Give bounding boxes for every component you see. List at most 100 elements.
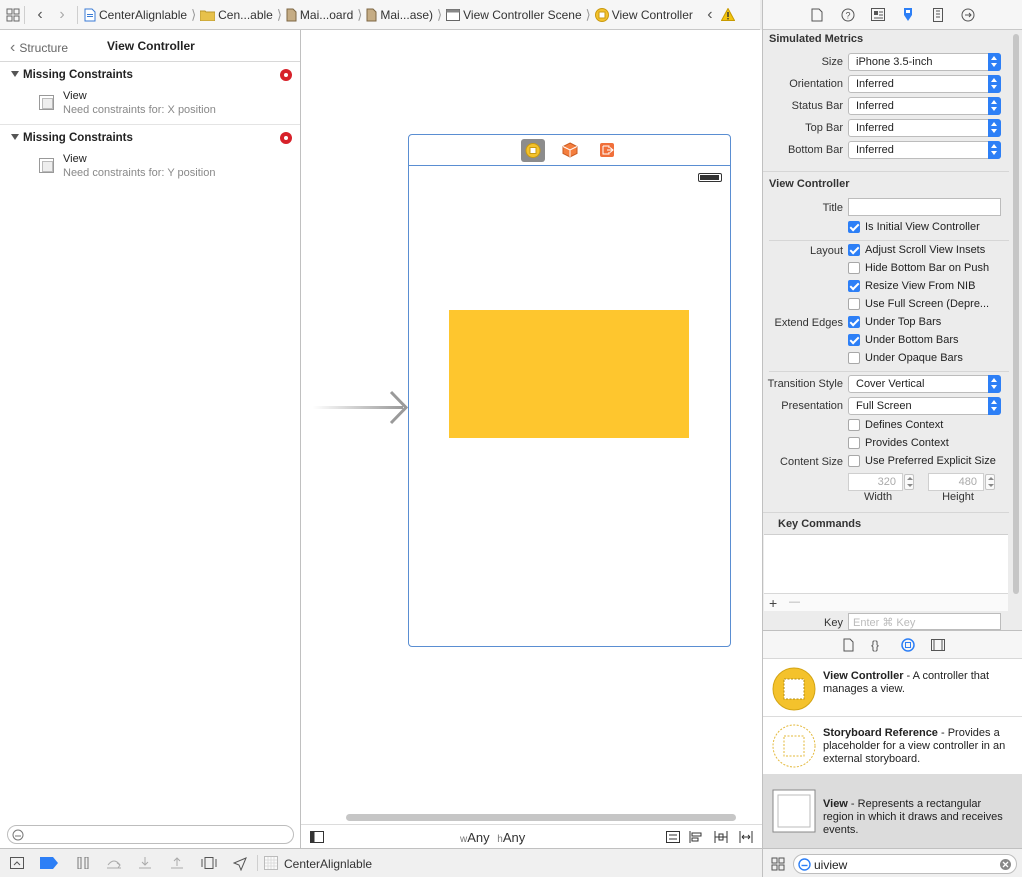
step-out-icon[interactable] bbox=[170, 857, 184, 869]
library-item-view-controller[interactable]: View Controller - A controller that mana… bbox=[763, 660, 1022, 717]
storyboard-canvas[interactable]: wAny hAny bbox=[301, 30, 762, 848]
error-icon[interactable] bbox=[280, 69, 292, 81]
adjust-scroll-insets-checkbox[interactable]: Adjust Scroll View Insets bbox=[848, 244, 985, 256]
issue-group-header[interactable]: Missing Constraints bbox=[0, 125, 300, 151]
view-controller-scene[interactable] bbox=[408, 134, 731, 647]
issue-group-title: Missing Constraints bbox=[23, 69, 133, 81]
checkbox-icon bbox=[848, 280, 860, 292]
library-search-field[interactable]: uiview bbox=[793, 854, 1017, 874]
height-value: 480 bbox=[959, 476, 977, 488]
preferred-size-checkbox[interactable]: Use Preferred Explicit Size bbox=[848, 455, 996, 467]
grid-view-toggle-icon[interactable] bbox=[771, 857, 785, 871]
object-library-icon[interactable] bbox=[901, 638, 915, 652]
size-class-control[interactable]: wAny hAny bbox=[460, 830, 525, 845]
presentation-popup[interactable]: Full Screen bbox=[848, 397, 1001, 415]
first-responder-dock-button[interactable] bbox=[562, 142, 578, 158]
warning-button[interactable] bbox=[721, 0, 735, 30]
issue-prev-button[interactable]: ‹ bbox=[699, 0, 721, 30]
exit-dock-button[interactable] bbox=[599, 142, 615, 158]
popup-stepper-icon bbox=[988, 141, 1001, 159]
crumb-storyboard-base[interactable]: Mai...ase) bbox=[364, 8, 435, 22]
simulate-location-icon[interactable] bbox=[233, 857, 247, 871]
content-height-field[interactable]: 480 bbox=[928, 473, 984, 491]
size-popup[interactable]: iPhone 3.5-inch bbox=[848, 53, 1001, 71]
disclosure-triangle-icon[interactable] bbox=[11, 134, 19, 140]
align-icon[interactable] bbox=[689, 831, 703, 843]
key-label: Key bbox=[763, 617, 843, 629]
error-icon[interactable] bbox=[280, 132, 292, 144]
library-item-view[interactable]: View - Represents a rectangular region i… bbox=[763, 775, 1022, 848]
stepper-icon[interactable] bbox=[904, 474, 914, 490]
breakpoint-icon[interactable] bbox=[40, 857, 58, 869]
size-h-value: Any bbox=[503, 830, 525, 845]
clear-search-icon[interactable] bbox=[1000, 859, 1011, 870]
forward-button[interactable]: › bbox=[51, 0, 73, 30]
transition-style-popup[interactable]: Cover Vertical bbox=[848, 375, 1001, 393]
crumb-scene[interactable]: View Controller Scene bbox=[444, 8, 584, 22]
inspector-scrollbar[interactable] bbox=[1013, 34, 1019, 594]
under-bottom-bars-checkbox[interactable]: Under Bottom Bars bbox=[848, 334, 959, 346]
issue-group-header[interactable]: Missing Constraints bbox=[0, 62, 300, 88]
key-field[interactable]: Enter ⌘ Key bbox=[848, 613, 1001, 630]
content-size-label: Content Size bbox=[763, 456, 843, 468]
view-controller-dock-button[interactable] bbox=[521, 139, 545, 162]
add-key-command-button[interactable]: + bbox=[769, 595, 777, 611]
related-items-button[interactable] bbox=[6, 0, 20, 30]
divider bbox=[77, 6, 78, 24]
resolve-issues-icon[interactable] bbox=[739, 831, 753, 843]
remove-key-command-button[interactable]: — bbox=[789, 596, 800, 608]
identity-inspector-icon[interactable] bbox=[871, 8, 885, 21]
crumb-view-controller[interactable]: View Controller bbox=[593, 8, 695, 22]
key-commands-table[interactable]: + — bbox=[764, 534, 1008, 610]
size-inspector-icon[interactable] bbox=[933, 8, 943, 22]
use-full-screen-checkbox[interactable]: Use Full Screen (Depre... bbox=[848, 298, 989, 310]
checkbox-icon bbox=[848, 298, 860, 310]
code-snippet-library-icon[interactable]: {} bbox=[871, 638, 885, 652]
crumb-storyboard[interactable]: Mai...oard bbox=[284, 8, 355, 22]
step-over-icon[interactable] bbox=[106, 857, 122, 869]
attributes-inspector-icon[interactable] bbox=[901, 8, 915, 22]
title-field[interactable] bbox=[848, 198, 1001, 216]
status-bar-popup[interactable]: Inferred bbox=[848, 97, 1001, 115]
crumb-project[interactable]: CenterAlignlable bbox=[82, 8, 189, 22]
issue-row[interactable]: View Need constraints for: X position bbox=[0, 88, 300, 124]
content-width-field[interactable]: 320 bbox=[848, 473, 903, 491]
structure-back-button[interactable]: ‹ Structure bbox=[10, 39, 68, 57]
issue-row[interactable]: View Need constraints for: Y position bbox=[0, 151, 300, 187]
top-bar-popup[interactable]: Inferred bbox=[848, 119, 1001, 137]
provides-context-checkbox[interactable]: Provides Context bbox=[848, 437, 949, 449]
file-inspector-icon[interactable] bbox=[811, 8, 823, 22]
library-item-storyboard-reference[interactable]: Storyboard Reference - Provides a placeh… bbox=[763, 717, 1022, 775]
under-top-bars-checkbox[interactable]: Under Top Bars bbox=[848, 316, 941, 328]
stepper-icon[interactable] bbox=[985, 474, 995, 490]
hide-debug-area-icon[interactable] bbox=[10, 857, 24, 869]
back-button[interactable]: ‹ bbox=[29, 0, 51, 30]
library-item-name: View Controller bbox=[823, 670, 903, 682]
key-commands-footer: + — bbox=[764, 593, 1008, 611]
library-tabs: {} bbox=[763, 631, 1022, 659]
quick-help-icon[interactable]: ? bbox=[841, 8, 855, 22]
orientation-popup[interactable]: Inferred bbox=[848, 75, 1001, 93]
disclosure-triangle-icon[interactable] bbox=[11, 71, 19, 77]
yellow-view[interactable] bbox=[449, 310, 689, 438]
pin-icon[interactable] bbox=[714, 831, 728, 843]
embed-in-stack-icon[interactable] bbox=[666, 831, 680, 843]
bottom-bar-popup[interactable]: Inferred bbox=[848, 141, 1001, 159]
crumb-folder[interactable]: Cen...able bbox=[198, 8, 275, 22]
document-outline-toggle-icon[interactable] bbox=[310, 831, 324, 843]
storyboard-icon bbox=[286, 8, 297, 22]
media-library-icon[interactable] bbox=[931, 639, 945, 651]
navigator-title: View Controller bbox=[107, 39, 195, 53]
navigator-filter-field[interactable] bbox=[7, 825, 294, 844]
resize-from-nib-checkbox[interactable]: Resize View From NIB bbox=[848, 280, 975, 292]
under-opaque-bars-checkbox[interactable]: Under Opaque Bars bbox=[848, 352, 963, 364]
hide-bottom-bar-checkbox[interactable]: Hide Bottom Bar on Push bbox=[848, 262, 989, 274]
step-into-icon[interactable] bbox=[138, 857, 152, 869]
view-debugger-icon[interactable] bbox=[201, 857, 217, 869]
horizontal-scrollbar[interactable] bbox=[346, 814, 736, 821]
file-template-library-icon[interactable] bbox=[843, 638, 854, 652]
connections-inspector-icon[interactable] bbox=[961, 8, 975, 22]
initial-vc-checkbox[interactable]: Is Initial View Controller bbox=[848, 221, 980, 233]
defines-context-checkbox[interactable]: Defines Context bbox=[848, 419, 943, 431]
pause-icon[interactable] bbox=[76, 857, 90, 869]
